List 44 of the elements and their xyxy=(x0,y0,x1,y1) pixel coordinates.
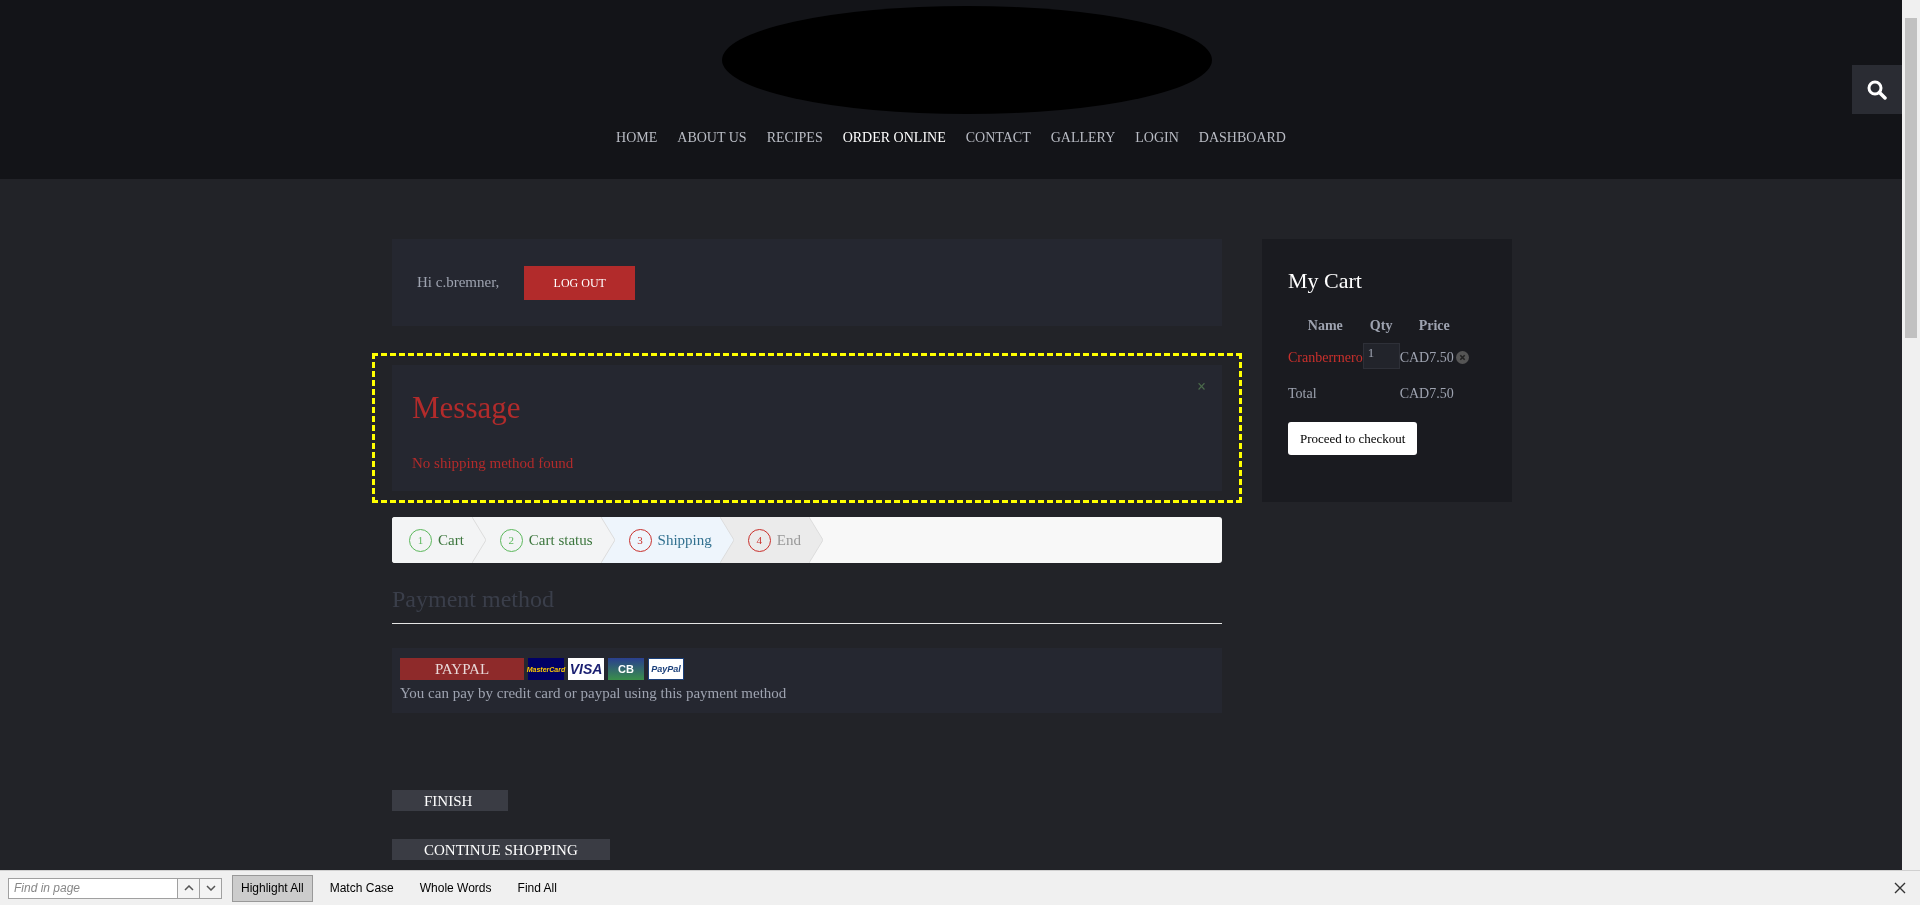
payment-method-button[interactable]: PAYPAL xyxy=(400,658,524,680)
action-button[interactable]: CONTINUE SHOPPING xyxy=(392,839,610,860)
nav-link[interactable]: HOME xyxy=(616,127,658,148)
toggle-button[interactable]: Whole Words xyxy=(410,874,501,902)
logout-button[interactable]: LOG OUT xyxy=(524,265,636,300)
nav-link[interactable]: ORDER ONLINE xyxy=(842,127,946,148)
column-header: Price xyxy=(1417,317,1451,335)
action-button[interactable]: FINISH xyxy=(392,790,508,811)
previous-button[interactable] xyxy=(178,877,200,899)
nav-link[interactable]: DASHBOARD xyxy=(1198,127,1286,148)
card-logo: CB xyxy=(608,658,644,680)
nav-link[interactable]: ABOUT US xyxy=(677,127,747,148)
nav-link[interactable]: LOGIN xyxy=(1135,127,1179,148)
nav-link[interactable]: RECIPES xyxy=(766,127,823,148)
next-button[interactable] xyxy=(200,877,222,899)
find-field[interactable]: Find in page xyxy=(8,877,178,899)
chevron-down-icon xyxy=(205,885,216,891)
card-logo: PayPal xyxy=(648,658,684,680)
search-icon xyxy=(1867,79,1887,100)
remove-icon[interactable] xyxy=(1455,351,1469,364)
price-text: CAD7.50 xyxy=(1399,349,1454,367)
nav-link[interactable]: CONTACT xyxy=(965,127,1031,148)
column-header: Qty xyxy=(1368,317,1394,335)
search-button[interactable] xyxy=(1852,65,1902,114)
checkout-button[interactable]: Proceed to checkout xyxy=(1288,422,1418,455)
cart-title: My Cart xyxy=(1288,267,1363,295)
scrollbar-thumb[interactable] xyxy=(1905,18,1917,338)
quantity-field[interactable]: 1 xyxy=(1362,343,1400,369)
scrollbar[interactable] xyxy=(1902,0,1920,870)
payment-description: You can pay by credit card or paypal using this payment method xyxy=(400,684,788,703)
column-header: Name xyxy=(1306,317,1344,335)
total-value: CAD7.50 xyxy=(1399,386,1454,401)
toggle-button[interactable]: Match Case xyxy=(320,874,403,902)
message-title: Message xyxy=(412,389,522,427)
chevron-up-icon xyxy=(183,885,194,891)
card-logo: VISA xyxy=(568,658,604,680)
toggle-button[interactable]: Highlight All xyxy=(232,874,313,902)
close-icon[interactable] xyxy=(1894,882,1906,894)
message-text: No shipping method found xyxy=(412,453,575,473)
toggle-button[interactable]: Find All xyxy=(508,874,566,902)
total-label: Total xyxy=(1288,386,1317,401)
greeting-text: Hi c.bremner, xyxy=(417,273,500,293)
nav-link[interactable]: GALLERY xyxy=(1050,127,1116,148)
checkout-step[interactable]: 1 Cart xyxy=(392,517,472,563)
